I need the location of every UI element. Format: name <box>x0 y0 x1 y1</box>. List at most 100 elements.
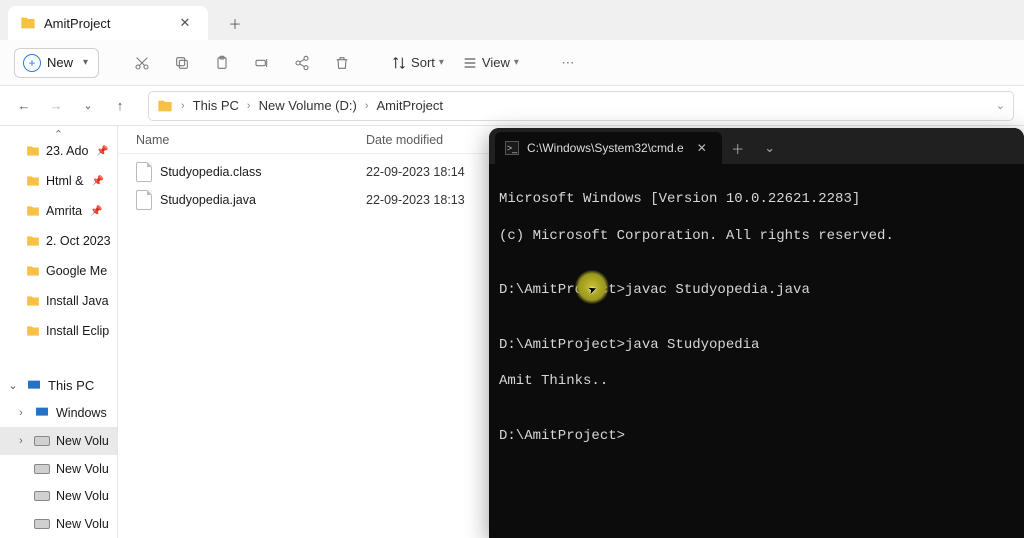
drive-label: New Volu <box>56 434 109 448</box>
terminal-tab-dropdown[interactable]: ⌄ <box>754 132 786 164</box>
sidebar-item[interactable]: 2. Oct 2023 <box>0 226 117 256</box>
file-date: 22-09-2023 18:14 <box>366 165 465 179</box>
folder-icon <box>26 234 40 248</box>
folder-icon <box>20 15 36 31</box>
pc-icon <box>26 378 42 394</box>
nav-up-button[interactable]: ↑ <box>106 92 134 120</box>
term-line: Microsoft Windows [Version 10.0.22621.22… <box>499 190 1014 208</box>
explorer-tab-strip: AmitProject ✕ ＋ <box>0 0 1024 40</box>
terminal-tab[interactable]: >_ C:\Windows\System32\cmd.e ✕ <box>495 132 722 164</box>
sidebar-item[interactable]: Html &📌 <box>0 166 117 196</box>
sidebar-drive[interactable]: ›New Volu <box>0 455 117 483</box>
term-line: (c) Microsoft Corporation. All rights re… <box>499 227 1014 245</box>
pin-icon: 📌 <box>96 146 108 157</box>
new-button[interactable]: + New ▾ <box>14 48 99 78</box>
close-tab-button[interactable]: ✕ <box>174 12 196 34</box>
this-pc-label: This PC <box>48 378 94 393</box>
terminal-tab-title: C:\Windows\System32\cmd.e <box>527 141 684 155</box>
file-name: Studyopedia.java <box>160 193 366 207</box>
breadcrumb-thispc[interactable]: This PC <box>193 98 239 113</box>
drive-label: New Volu <box>56 517 109 531</box>
paste-button[interactable] <box>205 48 239 78</box>
view-button[interactable]: View ▾ <box>456 48 525 78</box>
new-button-label: New <box>47 55 73 70</box>
explorer-tab-title: AmitProject <box>44 16 110 31</box>
explorer-toolbar: + New ▾ Sort ▾ View ▾ ⋯ <box>0 40 1024 86</box>
chevron-down-icon: ▾ <box>439 57 444 68</box>
folder-icon <box>26 204 40 218</box>
copy-button[interactable] <box>165 48 199 78</box>
chevron-down-icon[interactable]: ⌄ <box>996 99 1005 112</box>
sidebar-item[interactable]: Amrita 📌 <box>0 196 117 226</box>
sidebar-item-label: Amrita <box>46 204 82 218</box>
sidebar-drive[interactable]: ›New Volu <box>0 510 117 538</box>
view-label: View <box>482 55 510 70</box>
share-button[interactable] <box>285 48 319 78</box>
drive-label: Windows <box>56 406 107 420</box>
folder-icon <box>26 174 40 188</box>
plus-icon: + <box>23 54 41 72</box>
breadcrumb-folder[interactable]: AmitProject <box>377 98 443 113</box>
chevron-right-icon: › <box>14 407 28 419</box>
chevron-right-icon: › <box>14 435 28 447</box>
cut-button[interactable] <box>125 48 159 78</box>
new-tab-button[interactable]: ＋ <box>218 6 252 40</box>
folder-icon <box>26 264 40 278</box>
disk-icon <box>34 491 50 501</box>
quick-access-list: 23. Ado 📌 Html &📌 Amrita 📌 2. Oct 2023 Goo… <box>0 126 117 346</box>
sidebar-item-label: Install Eclip <box>46 324 109 338</box>
file-icon <box>136 190 152 210</box>
new-terminal-tab-button[interactable]: ＋ <box>722 132 754 164</box>
sidebar-item[interactable]: Google Me <box>0 256 117 286</box>
disk-icon <box>34 519 50 529</box>
rename-button[interactable] <box>245 48 279 78</box>
folder-icon <box>26 294 40 308</box>
disk-icon <box>34 436 50 446</box>
pin-icon: 📌 <box>92 176 104 187</box>
address-bar[interactable]: › This PC › New Volume (D:) › AmitProjec… <box>148 91 1014 121</box>
term-line: D:\AmitProject>java Studyopedia <box>499 336 1014 354</box>
terminal-body[interactable]: Microsoft Windows [Version 10.0.22621.22… <box>489 164 1024 538</box>
chevron-down-icon: ▾ <box>83 57 88 68</box>
drive-label: New Volu <box>56 462 109 476</box>
nav-forward-button[interactable]: → <box>42 92 70 120</box>
chevron-down-icon: ⌄ <box>6 379 20 392</box>
sidebar-drive[interactable]: › Windows <box>0 400 117 428</box>
file-icon <box>136 162 152 182</box>
sidebar-drive[interactable]: ›New Volu <box>0 483 117 511</box>
chevron-right-icon: › <box>361 100 373 112</box>
sidebar-drive[interactable]: › New Volu <box>0 427 117 455</box>
address-row: ← → ⌄ ↑ › This PC › New Volume (D:) › Am… <box>0 86 1024 126</box>
term-line: Amit Thinks.. <box>499 372 1014 390</box>
scroll-up-icon[interactable]: ⌃ <box>54 128 63 141</box>
sidebar: ⌃ 23. Ado 📌 Html &📌 Amrita 📌 2. Oct 2023 G… <box>0 126 118 538</box>
nav-back-button[interactable]: ← <box>10 92 38 120</box>
terminal-window: >_ C:\Windows\System32\cmd.e ✕ ＋ ⌄ Micro… <box>489 128 1024 538</box>
sidebar-this-pc[interactable]: ⌄ This PC <box>0 372 117 400</box>
drive-label: New Volu <box>56 489 109 503</box>
explorer-tab[interactable]: AmitProject ✕ <box>8 6 208 40</box>
pin-icon: 📌 <box>90 206 102 217</box>
sidebar-item-label: 2. Oct 2023 <box>46 234 111 248</box>
sidebar-item-label: Google Me <box>46 264 107 278</box>
chevron-right-icon: › <box>243 100 255 112</box>
more-button[interactable]: ⋯ <box>551 48 585 78</box>
delete-button[interactable] <box>325 48 359 78</box>
column-name-header[interactable]: Name <box>136 133 366 147</box>
folder-icon <box>26 324 40 338</box>
folder-icon <box>26 144 40 158</box>
sidebar-item[interactable]: Install Java <box>0 286 117 316</box>
chevron-down-icon: ▾ <box>514 57 519 68</box>
disk-icon <box>34 405 50 421</box>
sort-button[interactable]: Sort ▾ <box>385 48 450 78</box>
term-line: D:\AmitProject>javac Studyopedia.java <box>499 281 1014 299</box>
sidebar-item-label: Install Java <box>46 294 109 308</box>
breadcrumb-drive[interactable]: New Volume (D:) <box>259 98 357 113</box>
disk-icon <box>34 464 50 474</box>
chevron-right-icon: › <box>177 100 189 112</box>
close-tab-button[interactable]: ✕ <box>692 138 712 158</box>
nav-recent-button[interactable]: ⌄ <box>74 92 102 120</box>
sidebar-item[interactable]: Install Eclip <box>0 316 117 346</box>
sidebar-item-label: 23. Ado <box>46 144 88 158</box>
file-name: Studyopedia.class <box>160 165 366 179</box>
